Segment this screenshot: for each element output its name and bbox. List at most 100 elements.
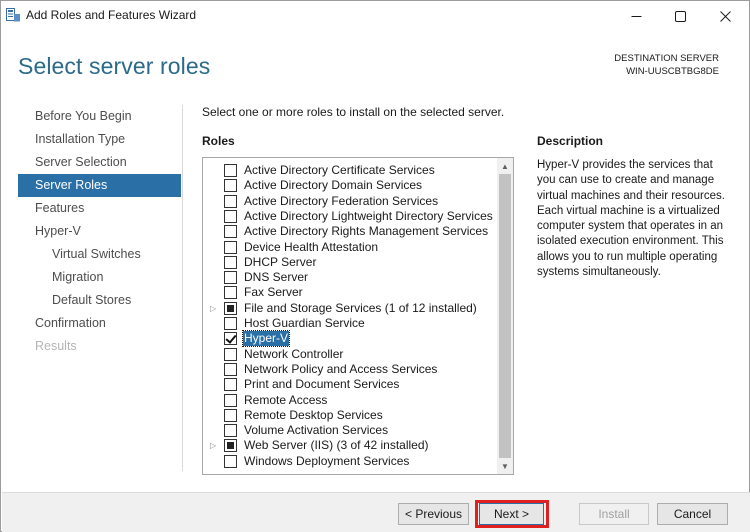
- role-checkbox[interactable]: [224, 317, 237, 330]
- roles-heading: Roles: [202, 134, 235, 148]
- role-checkbox[interactable]: [224, 209, 237, 223]
- role-checkbox[interactable]: [224, 164, 237, 177]
- minimize-icon: [631, 15, 641, 17]
- description-heading: Description: [537, 134, 604, 148]
- role-item[interactable]: Remote Access: [203, 393, 499, 408]
- wizard-steps-nav: Before You Begin Installation Type Server …: [18, 105, 181, 358]
- title-bar: Add Roles and Features Wizard: [1, 1, 749, 31]
- previous-button[interactable]: < Previous: [398, 503, 469, 525]
- nav-step-features[interactable]: Features: [18, 197, 181, 220]
- role-item[interactable]: Active Directory Rights Management Servi…: [203, 224, 499, 239]
- role-label[interactable]: Remote Desktop Services: [243, 408, 384, 423]
- cancel-button[interactable]: Cancel: [657, 503, 728, 525]
- nav-step-confirmation[interactable]: Confirmation: [18, 312, 181, 335]
- close-button[interactable]: [702, 1, 748, 31]
- role-label[interactable]: Hyper-V: [241, 330, 291, 348]
- roles-scrollbar[interactable]: ▲ ▼: [497, 158, 513, 474]
- role-item[interactable]: Volume Activation Services: [203, 423, 499, 438]
- role-item[interactable]: Device Health Attestation: [203, 240, 499, 255]
- server-manager-icon: [6, 8, 20, 22]
- expand-arrow-icon[interactable]: ▷: [210, 301, 218, 316]
- role-label[interactable]: Windows Deployment Services: [243, 454, 410, 469]
- wizard-window: Add Roles and Features Wizard Select ser…: [0, 0, 750, 532]
- expand-arrow-icon[interactable]: ▷: [210, 438, 218, 453]
- nav-step-server-roles[interactable]: Server Roles: [18, 174, 181, 197]
- role-label[interactable]: Network Policy and Access Services: [243, 362, 438, 377]
- roles-list[interactable]: Windows Deployment Services ▷ Web Server (…: [202, 157, 514, 475]
- role-item[interactable]: Active Directory Certificate Services: [203, 163, 499, 178]
- role-item[interactable]: Remote Desktop Services: [203, 408, 499, 423]
- role-item[interactable]: Active Directory Domain Services: [203, 178, 499, 193]
- role-checkbox[interactable]: [224, 286, 237, 300]
- role-checkbox[interactable]: [224, 393, 237, 407]
- nav-step-results: Results: [35, 339, 77, 353]
- maximize-button[interactable]: [657, 1, 703, 31]
- role-item[interactable]: Print and Document Services: [203, 377, 499, 392]
- role-checkbox[interactable]: [224, 378, 237, 392]
- role-item[interactable]: Active Directory Federation Services: [203, 194, 499, 209]
- scroll-thumb[interactable]: [499, 174, 511, 458]
- role-checkbox[interactable]: [224, 362, 237, 376]
- destination-server-name: WIN-UUSCBTBG8DE: [626, 66, 719, 77]
- role-label[interactable]: Active Directory Rights Management Servi…: [243, 224, 489, 239]
- role-label[interactable]: Web Server (IIS) (3 of 42 installed): [243, 438, 430, 453]
- role-item[interactable]: ▷ Web Server (IIS) (3 of 42 installed): [203, 438, 499, 453]
- role-item[interactable]: DHCP Server: [203, 255, 499, 270]
- role-item[interactable]: Network Controller: [203, 347, 499, 362]
- role-label[interactable]: Device Health Attestation: [243, 240, 379, 255]
- role-item[interactable]: Hyper-V: [203, 330, 499, 348]
- scroll-down-icon[interactable]: ▼: [497, 458, 513, 474]
- nav-step-server-selection[interactable]: Server Selection: [18, 151, 181, 174]
- role-checkbox[interactable]: [224, 194, 237, 208]
- role-label[interactable]: Network Controller: [243, 347, 344, 362]
- role-checkbox[interactable]: [224, 271, 237, 285]
- role-label[interactable]: File and Storage Services (1 of 12 insta…: [243, 301, 478, 316]
- role-label[interactable]: Active Directory Domain Services: [243, 178, 423, 193]
- role-checkbox[interactable]: [224, 439, 237, 453]
- role-item[interactable]: Host Guardian Service: [203, 316, 499, 331]
- role-checkbox[interactable]: [224, 454, 237, 468]
- role-checkbox[interactable]: [224, 347, 237, 361]
- nav-step-installation-type[interactable]: Installation Type: [18, 128, 181, 151]
- destination-server-label: DESTINATION SERVER: [614, 53, 719, 64]
- role-item[interactable]: Fax Server: [203, 285, 499, 300]
- role-checkbox[interactable]: [224, 225, 237, 239]
- minimize-button[interactable]: [613, 1, 659, 31]
- install-button: Install: [579, 503, 649, 525]
- scroll-up-icon[interactable]: ▲: [497, 158, 513, 174]
- role-item[interactable]: Windows Deployment Services: [203, 454, 499, 469]
- role-checkbox[interactable]: [224, 301, 237, 315]
- role-label[interactable]: Volume Activation Services: [243, 423, 389, 438]
- role-label[interactable]: Active Directory Certificate Services: [243, 163, 436, 178]
- role-label[interactable]: Print and Document Services: [243, 377, 400, 392]
- nav-step-migration[interactable]: Migration: [18, 266, 181, 289]
- role-checkbox[interactable]: [224, 332, 237, 346]
- window-title: Add Roles and Features Wizard: [26, 8, 197, 22]
- role-label[interactable]: Active Directory Federation Services: [243, 194, 439, 209]
- role-checkbox[interactable]: [224, 424, 237, 438]
- instruction-text: Select one or more roles to install on t…: [202, 105, 505, 119]
- role-label[interactable]: DHCP Server: [243, 255, 317, 270]
- nav-step-hyper-v[interactable]: Hyper-V: [18, 220, 181, 243]
- role-checkbox[interactable]: [224, 255, 237, 269]
- role-label[interactable]: Active Directory Lightweight Directory S…: [243, 209, 494, 224]
- role-checkbox[interactable]: [224, 179, 237, 193]
- nav-divider: [182, 105, 183, 471]
- role-item[interactable]: Network Policy and Access Services: [203, 362, 499, 377]
- role-item[interactable]: ▷ File and Storage Services (1 of 12 inst…: [203, 301, 499, 316]
- next-button[interactable]: Next >: [479, 503, 544, 525]
- role-checkbox[interactable]: [224, 408, 237, 422]
- role-item[interactable]: DNS Server: [203, 270, 499, 285]
- nav-step-default-stores[interactable]: Default Stores: [18, 289, 181, 312]
- close-icon: [719, 10, 731, 22]
- role-label[interactable]: Fax Server: [243, 285, 304, 300]
- role-checkbox[interactable]: [224, 240, 237, 254]
- nav-step-before-you-begin[interactable]: Before You Begin: [18, 105, 181, 128]
- role-label[interactable]: Remote Access: [243, 393, 328, 408]
- role-item[interactable]: Active Directory Lightweight Directory S…: [203, 209, 499, 224]
- role-label[interactable]: DNS Server: [243, 270, 309, 285]
- nav-step-virtual-switches[interactable]: Virtual Switches: [18, 243, 181, 266]
- maximize-icon: [674, 10, 686, 22]
- role-label[interactable]: Host Guardian Service: [243, 316, 366, 331]
- description-text: Hyper-V provides the services that you c…: [537, 159, 725, 279]
